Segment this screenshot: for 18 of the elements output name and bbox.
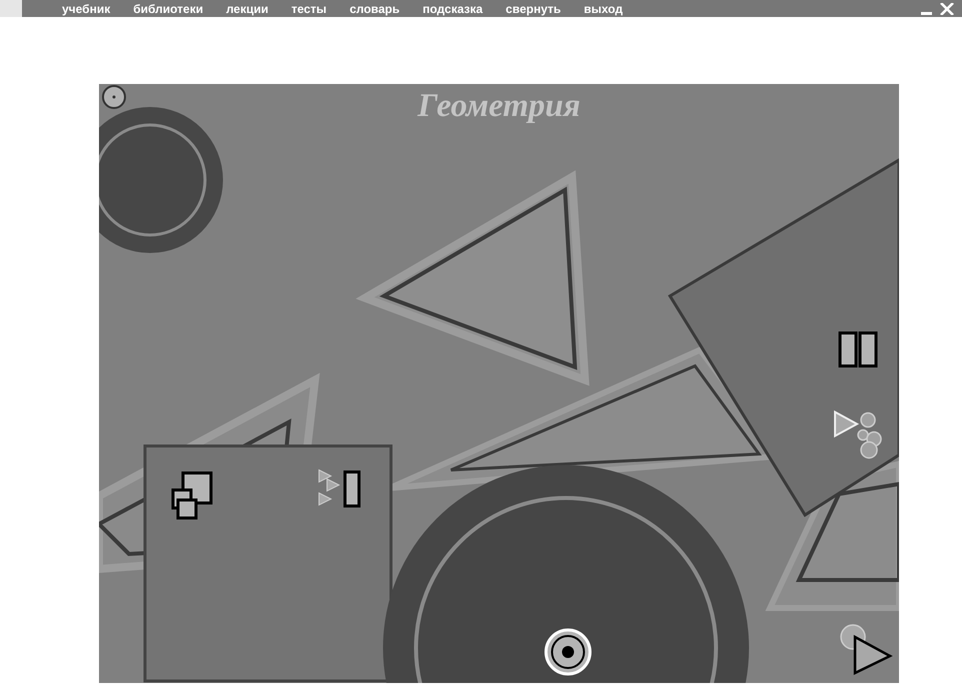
- pause-icon[interactable]: [838, 332, 878, 368]
- menu-item[interactable]: подсказка: [422, 2, 483, 16]
- menu-item[interactable]: свернуть: [506, 2, 561, 16]
- close-icon[interactable]: [940, 2, 954, 14]
- windows-icon[interactable]: [172, 472, 212, 520]
- menu-item[interactable]: тесты: [291, 2, 327, 16]
- record-icon[interactable]: [544, 628, 592, 676]
- page-title: Геометрия: [418, 88, 580, 125]
- play-bubbles-icon[interactable]: [834, 410, 882, 459]
- slides-icon[interactable]: [318, 469, 360, 508]
- menu-item[interactable]: учебник: [62, 2, 110, 16]
- play-icon[interactable]: [840, 624, 893, 675]
- menu-item[interactable]: библиотеки: [133, 2, 204, 16]
- corner-block: [0, 0, 22, 17]
- knob-icon[interactable]: [102, 85, 126, 109]
- menu-item[interactable]: словарь: [350, 2, 400, 16]
- menu-item[interactable]: лекции: [226, 2, 268, 16]
- menu-item[interactable]: выход: [584, 2, 623, 16]
